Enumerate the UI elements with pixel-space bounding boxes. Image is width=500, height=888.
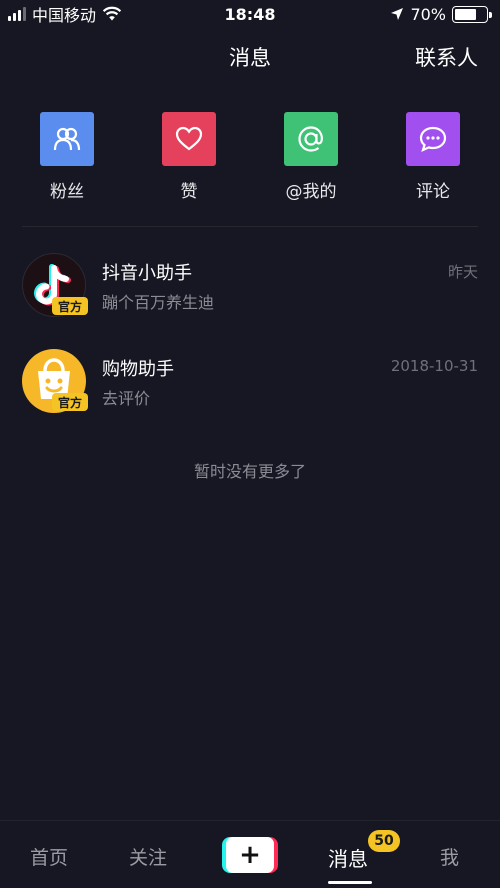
battery-icon bbox=[452, 5, 492, 23]
create-button[interactable]: + bbox=[222, 837, 278, 873]
bottom-tab-bar: 首页 关注 + 消息 50 我 bbox=[0, 820, 500, 888]
comments-button[interactable]: 评论 bbox=[393, 112, 473, 202]
mentions-button[interactable]: @我的 bbox=[271, 112, 351, 202]
official-badge: 官方 bbox=[52, 297, 88, 315]
wifi-icon bbox=[102, 6, 122, 21]
header: 消息 联系人 bbox=[0, 36, 500, 76]
unread-count-badge: 50 bbox=[368, 830, 400, 852]
likes-button[interactable]: 赞 bbox=[149, 112, 229, 202]
mentions-label: @我的 bbox=[285, 182, 337, 202]
carrier-label: 中国移动 bbox=[32, 6, 97, 25]
comments-label: 评论 bbox=[416, 182, 450, 202]
at-icon bbox=[284, 112, 338, 166]
official-badge: 官方 bbox=[52, 393, 88, 411]
no-more-hint: 暂时没有更多了 bbox=[193, 462, 306, 481]
fans-label: 粉丝 bbox=[50, 182, 84, 202]
signal-icon bbox=[8, 7, 26, 21]
likes-label: 赞 bbox=[180, 182, 198, 202]
status-right: 70% bbox=[390, 4, 492, 24]
tab-home[interactable]: 首页 bbox=[30, 843, 68, 870]
message-name: 抖音小助手 bbox=[102, 263, 192, 284]
quick-actions: 粉丝 赞 @我的 评论 bbox=[0, 112, 500, 202]
tab-me[interactable]: 我 bbox=[440, 843, 459, 870]
plus-icon: + bbox=[226, 837, 274, 873]
battery-percent: 70% bbox=[410, 4, 446, 24]
comment-icon bbox=[406, 112, 460, 166]
fans-button[interactable]: 粉丝 bbox=[27, 112, 107, 202]
divider bbox=[22, 226, 478, 227]
location-arrow-icon bbox=[391, 8, 404, 20]
message-name: 购物助手 bbox=[102, 359, 174, 380]
active-tab-indicator bbox=[328, 881, 372, 884]
tab-follow[interactable]: 关注 bbox=[129, 843, 167, 870]
people-icon bbox=[40, 112, 94, 166]
status-bar: 中国移动 18:48 70% bbox=[0, 0, 500, 28]
message-item-douyin-assistant[interactable]: 官方 抖音小助手 蹦个百万养生迪 昨天 bbox=[0, 253, 500, 333]
heart-icon bbox=[162, 112, 216, 166]
message-item-shopping-assistant[interactable]: 官方 购物助手 去评价 2018-10-31 bbox=[0, 349, 500, 429]
message-preview: 去评价 bbox=[102, 389, 151, 408]
tab-messages[interactable]: 消息 bbox=[328, 843, 368, 872]
status-left: 中国移动 bbox=[8, 2, 122, 26]
message-time: 昨天 bbox=[447, 263, 478, 281]
contacts-button[interactable]: 联系人 bbox=[415, 42, 478, 72]
message-preview: 蹦个百万养生迪 bbox=[102, 293, 215, 312]
battery-level bbox=[455, 8, 476, 20]
message-time: 2018-10-31 bbox=[390, 357, 478, 375]
